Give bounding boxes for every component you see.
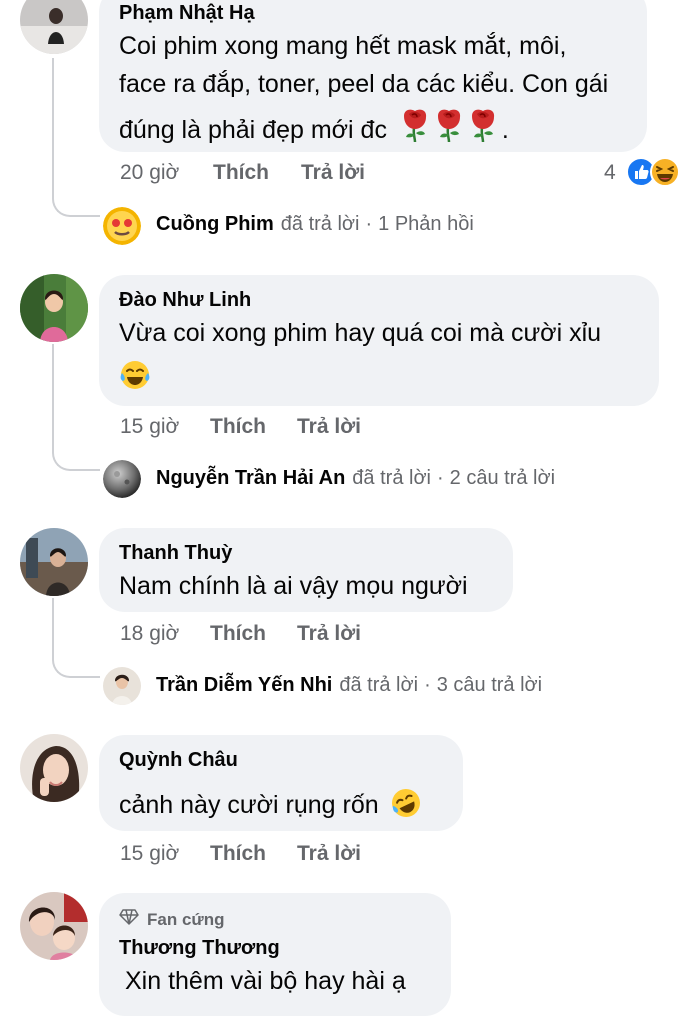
separator: · [437, 467, 444, 489]
comment-bubble: Quỳnh Châu cảnh này cười rụng rốn [99, 735, 463, 831]
reply-button[interactable]: Trả lời [301, 161, 365, 185]
comment-time[interactable]: 15 giờ [120, 842, 179, 866]
reaction-count[interactable]: 4 [604, 161, 616, 185]
rose-icon [400, 108, 430, 149]
avatar[interactable] [20, 0, 88, 54]
reply-action: đã trả lời [339, 674, 419, 696]
comment-text-line: Nam chính là ai vậy mọu người [119, 572, 468, 600]
comment-text: đúng là phải đẹp mới đc [119, 116, 387, 144]
reply-button[interactable]: Trả lời [297, 842, 361, 866]
comment-text-line: Vừa coi xong phim hay quá coi mà cười xỉ… [119, 319, 602, 347]
badge-label: Fan cứng [147, 909, 225, 929]
comment-text-line: Coi phim xong mang hết mask mắt, môi, [119, 32, 567, 60]
reply-thread-line [52, 344, 100, 471]
like-button[interactable]: Thích [210, 415, 266, 439]
rose-icon [434, 108, 464, 149]
comment-author[interactable]: Thương Thương [119, 937, 280, 960]
avatar[interactable] [20, 274, 88, 342]
comment-text-line: Xin thêm vài bộ hay hài ạ [125, 967, 406, 995]
comment-time[interactable]: 20 giờ [120, 161, 179, 185]
avatar[interactable] [20, 734, 88, 802]
avatar[interactable] [103, 460, 141, 498]
separator: · [424, 674, 431, 696]
reply-button[interactable]: Trả lời [297, 415, 361, 439]
like-button[interactable]: Thích [210, 842, 266, 866]
comment-author[interactable]: Đào Như Linh [119, 289, 251, 312]
reactions[interactable] [626, 157, 684, 187]
comment-bubble: Phạm Nhật Hạ Coi phim xong mang hết mask… [99, 0, 647, 152]
like-button[interactable]: Thích [213, 161, 269, 185]
reply-action: đã trả lời [352, 467, 431, 489]
tears-of-joy-icon [119, 359, 151, 396]
reply-thread-line [52, 58, 100, 217]
comment-bubble: Thanh Thuỳ Nam chính là ai vậy mọu người [99, 528, 513, 612]
like-button[interactable]: Thích [210, 622, 266, 646]
avatar[interactable] [103, 207, 141, 245]
reply-count[interactable]: 1 Phản hồi [378, 213, 474, 236]
reply-summary[interactable]: Nguyễn Trần Hải An đã trả lời · 2 câu tr… [156, 467, 555, 490]
avatar[interactable] [103, 667, 141, 705]
comment-bubble: Đào Như Linh Vừa coi xong phim hay quá c… [99, 275, 659, 406]
separator: · [365, 213, 373, 235]
comment-time[interactable]: 18 giờ [120, 622, 179, 646]
comment-author[interactable]: Quỳnh Châu [119, 749, 238, 772]
comment-time[interactable]: 15 giờ [120, 415, 179, 439]
trailing-text: . [501, 116, 509, 144]
reply-summary[interactable]: Trần Diễm Yến Nhi đã trả lời · 3 câu trả… [156, 674, 542, 697]
reply-thread-line [52, 598, 100, 678]
comment-text-line: cảnh này cười rụng rốn [119, 787, 422, 826]
reply-action: đã trả lời [280, 213, 360, 235]
avatar[interactable] [20, 528, 88, 596]
reply-author[interactable]: Cuồng Phim [156, 213, 274, 236]
haha-icon [650, 157, 680, 192]
rose-icon [468, 108, 498, 149]
comment-bubble: Fan cứng Thương Thương Xin thêm vài bộ h… [99, 893, 451, 1016]
reply-author[interactable]: Nguyễn Trần Hải An [156, 467, 345, 490]
reply-summary[interactable]: Cuồng Phim đã trả lời · 1 Phản hồi [156, 213, 474, 236]
comment-text-line: face ra đắp, toner, peel da các kiểu. Co… [119, 70, 609, 98]
diamond-icon [119, 909, 139, 930]
reply-author[interactable]: Trần Diễm Yến Nhi [156, 674, 332, 697]
reply-count[interactable]: 3 câu trả lời [437, 674, 542, 697]
badge: Fan cứng [119, 909, 224, 930]
reply-button[interactable]: Trả lời [297, 622, 361, 646]
comment-author[interactable]: Thanh Thuỳ [119, 542, 232, 565]
rolling-laughing-icon [390, 787, 422, 826]
avatar[interactable] [20, 892, 88, 960]
comment-text: cảnh này cười rụng rốn [119, 791, 379, 820]
comment-text-line: đúng là phải đẹp mới đc . [119, 108, 509, 149]
reply-count[interactable]: 2 câu trả lời [450, 467, 555, 490]
comment-author[interactable]: Phạm Nhật Hạ [119, 2, 255, 25]
